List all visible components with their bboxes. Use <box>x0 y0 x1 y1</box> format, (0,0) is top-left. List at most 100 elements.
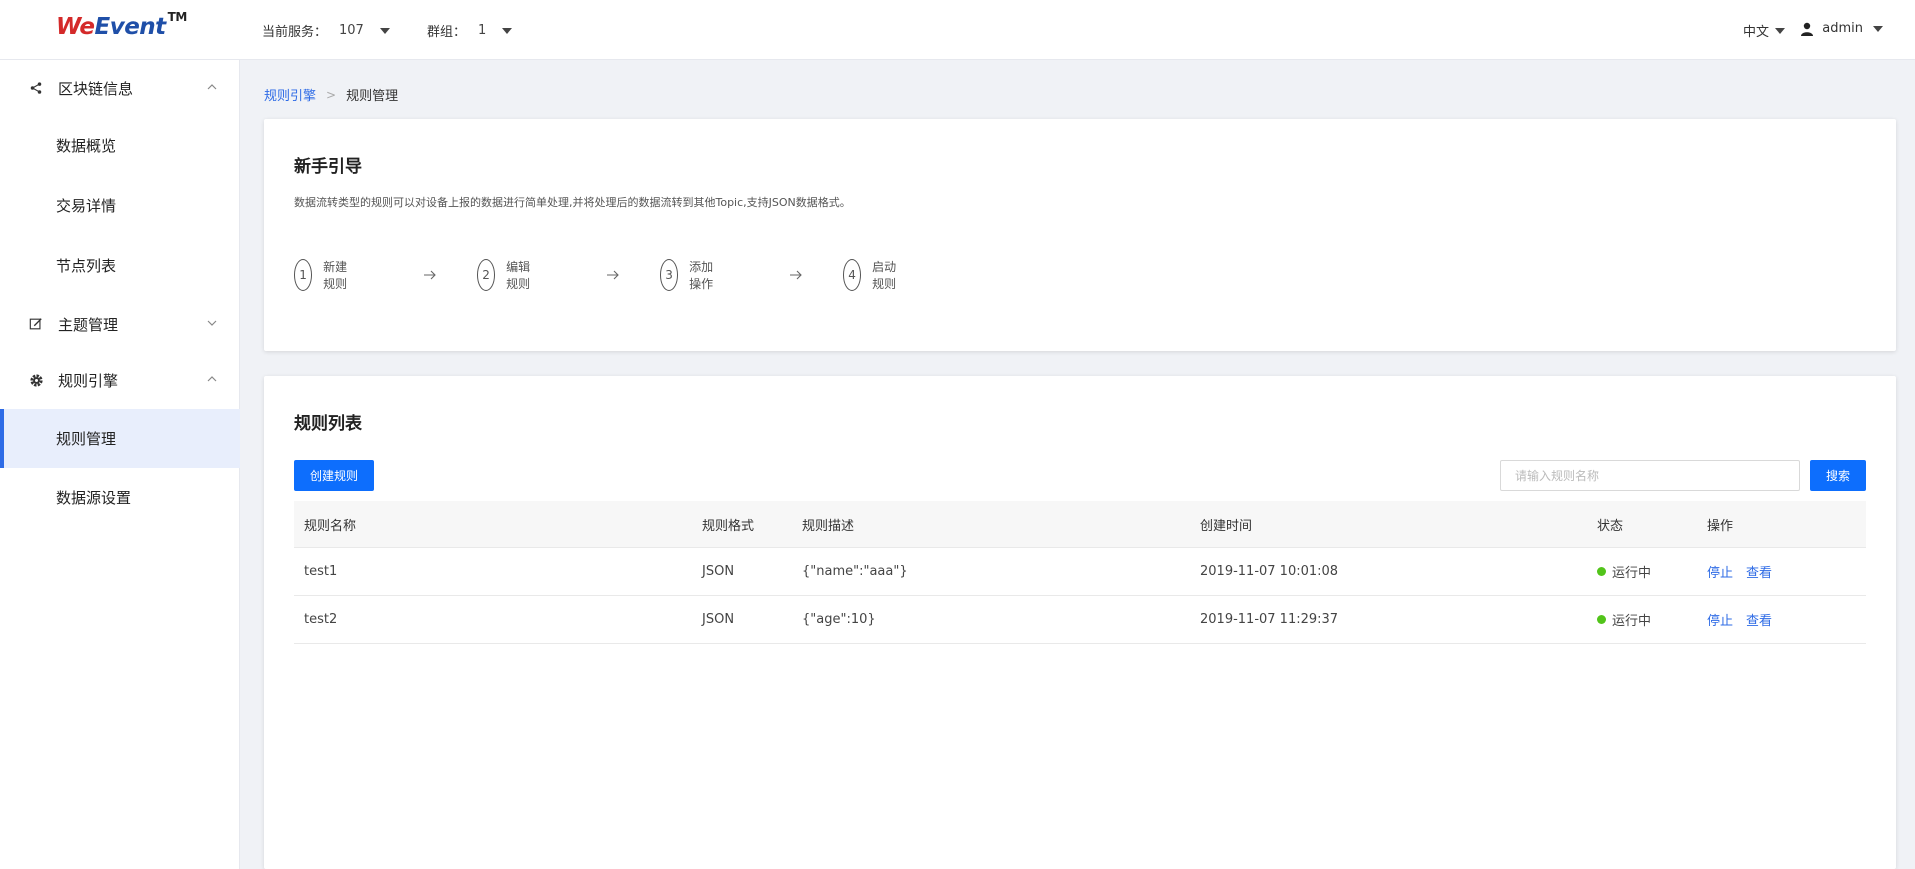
step-number: 3 <box>660 259 679 291</box>
step-label: 启动规则 <box>872 260 897 291</box>
user-menu[interactable]: admin <box>1800 21 1883 36</box>
sidebar-item-transaction-details[interactable]: 交易详情 <box>0 177 240 233</box>
status-text: 运行中 <box>1612 614 1652 629</box>
breadcrumb-current: 规则管理 <box>346 89 399 104</box>
sidebar-group-label: 规则引擎 <box>58 371 119 390</box>
chevron-up-icon <box>207 376 217 382</box>
logo-tm-text: TM <box>167 10 188 24</box>
column-header-created: 创建时间 <box>1200 518 1253 534</box>
breadcrumb-parent-link[interactable]: 规则引擎 <box>264 85 316 104</box>
column-header-format: 规则格式 <box>702 518 755 534</box>
user-icon <box>1801 22 1814 36</box>
language-label: 中文 <box>1742 25 1769 40</box>
logo-we-text: We <box>56 14 95 40</box>
view-rule-link[interactable]: 查看 <box>1746 610 1772 629</box>
guide-card: 新手引导 数据流转类型的规则可以对设备上报的数据进行简单处理,并将处理后的数据流… <box>264 119 1896 351</box>
chevron-down-icon <box>207 320 217 326</box>
breadcrumb-separator: > <box>326 87 337 102</box>
arrow-right-icon <box>424 270 436 280</box>
sidebar-item-data-source-settings[interactable]: 数据源设置 <box>0 469 240 525</box>
breadcrumb: 规则引擎 > 规则管理 <box>264 85 399 105</box>
rules-table: 规则名称 规则格式 规则描述 创建时间 状态 操作 test1 JSON {"n… <box>294 501 1866 644</box>
rule-actions: 停止 查看 <box>1707 548 1785 595</box>
step-3: 3 添加操作 <box>660 259 715 291</box>
arrow-right-icon <box>607 270 619 280</box>
step-2: 2 编辑规则 <box>477 259 532 291</box>
rule-status: 运行中 <box>1597 548 1651 595</box>
service-value: 107 <box>339 23 364 38</box>
rule-created-time: 2019-11-07 11:29:37 <box>1200 612 1339 627</box>
group-selector[interactable]: 群组： 1 <box>427 21 513 40</box>
rule-name-search-input[interactable] <box>1500 460 1800 491</box>
sidebar-item-label: 节点列表 <box>56 256 117 275</box>
sidebar-group-topic-management[interactable]: 主题管理 <box>0 302 240 346</box>
step-number: 1 <box>294 259 313 291</box>
rules-card: 规则列表 创建规则 搜索 规则名称 规则格式 规则描述 创建时间 状态 操作 t… <box>264 376 1896 869</box>
arrow-right-icon <box>790 270 802 280</box>
status-running-dot-icon <box>1597 615 1606 624</box>
sidebar-item-label: 数据概览 <box>56 136 117 155</box>
rule-description: {"name":"aaa"} <box>802 564 908 579</box>
column-header-actions: 操作 <box>1707 518 1734 534</box>
rule-actions: 停止 查看 <box>1707 596 1785 643</box>
caret-down-icon <box>502 27 513 34</box>
chevron-up-icon <box>207 84 217 90</box>
group-label: 群组： <box>427 25 467 40</box>
group-value: 1 <box>478 23 487 38</box>
rule-created-time: 2019-11-07 10:01:08 <box>1200 564 1339 579</box>
status-running-dot-icon <box>1597 567 1606 576</box>
step-label: 添加操作 <box>689 260 714 291</box>
step-number: 4 <box>843 259 862 291</box>
column-header-status: 状态 <box>1597 518 1624 534</box>
sidebar-item-data-overview[interactable]: 数据概览 <box>0 117 240 173</box>
service-label: 当前服务： <box>262 25 328 40</box>
view-rule-link[interactable]: 查看 <box>1746 562 1772 581</box>
stop-rule-link[interactable]: 停止 <box>1707 610 1733 629</box>
edit-icon <box>28 316 44 332</box>
sidebar-group-blockchain[interactable]: 区块链信息 <box>0 66 240 110</box>
share-icon <box>28 80 44 96</box>
search-button[interactable]: 搜索 <box>1810 460 1866 491</box>
stop-rule-link[interactable]: 停止 <box>1707 562 1733 581</box>
top-header: WeEvent TM 当前服务： 107 群组： 1 中文 admin <box>0 0 1915 60</box>
rule-name: test2 <box>304 612 338 627</box>
sidebar-group-label: 区块链信息 <box>58 79 134 98</box>
gear-icon <box>28 372 44 388</box>
rule-status: 运行中 <box>1597 596 1651 643</box>
user-name: admin <box>1822 21 1863 36</box>
table-row: test2 JSON {"age":10} 2019-11-07 11:29:3… <box>294 596 1866 644</box>
table-header: 规则名称 规则格式 规则描述 创建时间 状态 操作 <box>294 501 1866 548</box>
create-rule-button[interactable]: 创建规则 <box>294 460 374 491</box>
rule-format: JSON <box>702 612 735 627</box>
column-header-description: 规则描述 <box>802 518 855 534</box>
sidebar-group-label: 主题管理 <box>58 315 119 334</box>
caret-down-icon <box>379 27 390 34</box>
guide-description: 数据流转类型的规则可以对设备上报的数据进行简单处理,并将处理后的数据流转到其他T… <box>294 196 851 209</box>
rule-format: JSON <box>702 564 735 579</box>
sidebar-item-label: 交易详情 <box>56 196 117 215</box>
rule-description: {"age":10} <box>802 612 876 627</box>
sidebar-item-label: 规则管理 <box>56 430 117 448</box>
step-label: 编辑规则 <box>506 260 531 291</box>
caret-down-icon <box>1873 25 1883 32</box>
table-row: test1 JSON {"name":"aaa"} 2019-11-07 10:… <box>294 548 1866 596</box>
rule-name: test1 <box>304 564 338 579</box>
step-label: 新建规则 <box>323 260 348 291</box>
column-header-name: 规则名称 <box>304 518 357 534</box>
step-4: 4 启动规则 <box>843 259 898 291</box>
logo-event-text: Event <box>94 14 167 40</box>
status-text: 运行中 <box>1612 566 1652 581</box>
weevent-logo[interactable]: WeEvent TM <box>56 10 187 40</box>
service-selector[interactable]: 当前服务： 107 <box>262 21 390 40</box>
step-number: 2 <box>477 259 496 291</box>
sidebar: 区块链信息 数据概览 交易详情 节点列表 主题管理 规则引擎 规则管理 数据源设… <box>0 60 240 869</box>
caret-down-icon <box>1775 27 1785 34</box>
sidebar-item-node-list[interactable]: 节点列表 <box>0 237 240 293</box>
guide-title: 新手引导 <box>294 157 362 177</box>
sidebar-item-label: 数据源设置 <box>56 488 132 507</box>
language-selector[interactable]: 中文 <box>1743 21 1785 40</box>
step-1: 1 新建规则 <box>294 259 349 291</box>
rules-list-title: 规则列表 <box>294 414 362 434</box>
sidebar-item-rule-management[interactable]: 规则管理 <box>0 409 240 468</box>
sidebar-group-rule-engine[interactable]: 规则引擎 <box>0 358 240 402</box>
